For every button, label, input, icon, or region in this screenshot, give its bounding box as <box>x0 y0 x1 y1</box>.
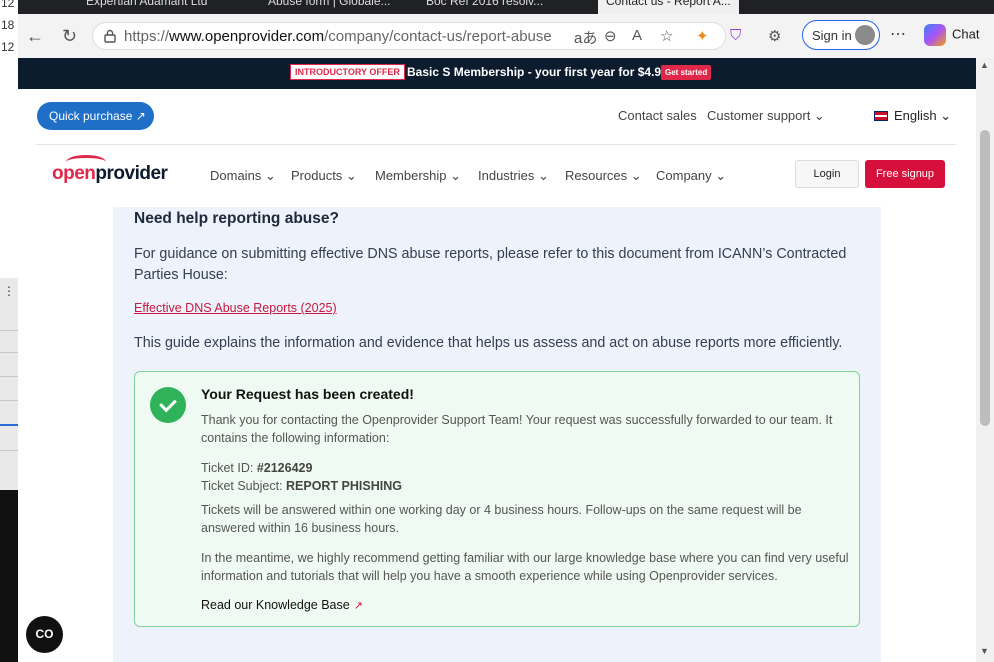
section-heading: Need help reporting abuse? <box>134 210 339 227</box>
nav-industries[interactable]: Industries ⌄ <box>478 168 549 184</box>
quick-purchase-button[interactable]: Quick purchase ↗ <box>37 102 154 130</box>
lock-icon <box>104 29 116 43</box>
sign-in-button[interactable]: Sign in <box>802 20 880 50</box>
ticket-id-row: Ticket ID: #2126429 <box>201 459 851 477</box>
meantime-text: In the meantime, we highly recommend get… <box>201 551 849 583</box>
guide-text: This guide explains the information and … <box>134 335 843 351</box>
translate-icon[interactable]: aあ <box>574 27 597 48</box>
desktop-number: 12 <box>1 0 15 10</box>
desktop-number: 12 <box>1 40 15 54</box>
nav-resources[interactable]: Resources ⌄ <box>565 168 642 184</box>
response-time-text: Tickets will be answered within one work… <box>201 503 802 535</box>
ticket-subject-label: Ticket Subject: <box>201 479 283 493</box>
guidance-text: For guidance on submitting effective DNS… <box>134 246 847 283</box>
alert-thanks-text: Thank you for contacting the Openprovide… <box>201 413 833 445</box>
more-menu-icon[interactable]: ⋯ <box>890 24 906 44</box>
main-nav: openprovider Domains ⌄ Products ⌄ Member… <box>36 144 956 207</box>
avatar <box>855 25 875 45</box>
cookie-settings-button[interactable]: CO <box>26 616 63 653</box>
url-path: /company/contact-us/report-abuse <box>324 28 552 45</box>
desktop-number: 18 <box>1 18 15 32</box>
promo-message: Basic S Membership - your first year for… <box>407 65 668 79</box>
knowledge-base-link[interactable]: Read our Knowledge Base ↗ <box>201 598 363 612</box>
contact-sales-link[interactable]: Contact sales <box>618 108 697 123</box>
url-host: www.openprovider.com <box>169 28 325 45</box>
promo-cta-button[interactable]: Get started <box>661 65 712 80</box>
nav-products[interactable]: Products ⌄ <box>291 168 357 184</box>
divider <box>0 352 18 353</box>
knowledge-base-label: Read our Knowledge Base <box>201 598 350 612</box>
more-icon: ⋮ <box>3 284 15 298</box>
alert-title: Your Request has been created! <box>201 386 414 402</box>
logo-provider: provider <box>95 163 168 184</box>
copilot-chat-button[interactable]: Chat <box>924 24 979 46</box>
divider <box>0 400 18 401</box>
divider <box>0 450 18 451</box>
success-alert: Your Request has been created! Thank you… <box>134 371 860 627</box>
divider <box>0 330 18 331</box>
selection-line <box>0 424 18 426</box>
ticket-subject-row: Ticket Subject: REPORT PHISHING <box>201 477 851 495</box>
url-text[interactable]: https://www.openprovider.com/company/con… <box>124 28 552 45</box>
scroll-up-icon[interactable]: ▲ <box>980 60 989 70</box>
free-signup-button[interactable]: Free signup <box>865 160 945 188</box>
extensions-puzzle-icon[interactable]: ⚙ <box>768 27 781 45</box>
desktop-panel <box>0 278 18 490</box>
language-selector[interactable]: English ⌄ <box>874 108 951 124</box>
browser-toolbar: ← ↻ https://www.openprovider.com/company… <box>18 14 994 58</box>
promo-badge: INTRODUCTORY OFFER <box>290 64 405 80</box>
refresh-icon[interactable]: ↻ <box>62 26 77 47</box>
chat-label: Chat <box>952 26 980 42</box>
dns-abuse-reports-link[interactable]: Effective DNS Abuse Reports (2025) <box>134 301 337 315</box>
scrollbar-thumb[interactable] <box>980 130 990 426</box>
favorite-star-icon[interactable]: ☆ <box>660 27 673 45</box>
promo-banner: INTRODUCTORY OFFER Basic S Membership - … <box>18 58 976 89</box>
uk-flag-icon <box>874 111 888 121</box>
nav-membership[interactable]: Membership ⌄ <box>375 168 461 184</box>
ticket-id-value: #2126429 <box>256 461 313 475</box>
abuse-report-panel: Need help reporting abuse? For guidance … <box>113 207 881 662</box>
page-scrollbar[interactable]: ▲ ▼ <box>976 58 994 662</box>
extension-icon[interactable]: ✦ <box>696 27 709 45</box>
ticket-id-label: Ticket ID: <box>201 461 254 475</box>
background-desktop: 12 18 12 ⋮ <box>0 0 25 662</box>
divider <box>0 376 18 377</box>
browser-tab[interactable]: Expertian Adamant Ltd <box>86 0 207 14</box>
back-icon[interactable]: ← <box>26 26 44 47</box>
language-label: English ⌄ <box>894 108 952 123</box>
scroll-down-icon[interactable]: ▼ <box>980 646 989 656</box>
top-bar: Quick purchase ↗ Contact sales Customer … <box>18 89 976 143</box>
openprovider-logo[interactable]: openprovider <box>52 155 168 185</box>
nav-domains[interactable]: Domains ⌄ <box>210 168 276 184</box>
browser-tab[interactable]: Boc Ref 2016 resolv... <box>426 0 543 14</box>
browser-tab[interactable]: Abuse form | Globale... <box>268 0 391 14</box>
read-aloud-icon[interactable]: A <box>632 27 642 44</box>
external-link-icon: ↗ <box>353 600 363 612</box>
shield-extension-icon[interactable]: ⛉ <box>730 27 741 44</box>
sign-in-label: Sign in <box>812 28 852 43</box>
address-bar[interactable]: https://www.openprovider.com/company/con… <box>92 22 726 50</box>
login-button[interactable]: Login <box>795 160 859 188</box>
ticket-subject-value: REPORT PHISHING <box>286 479 402 493</box>
check-circle-icon <box>150 387 186 423</box>
tab-strip: Expertian Adamant Ltd Abuse form | Globa… <box>18 0 994 14</box>
nav-company[interactable]: Company ⌄ <box>656 168 726 184</box>
web-page: INTRODUCTORY OFFER Basic S Membership - … <box>18 58 976 662</box>
url-prefix: https:// <box>124 28 170 45</box>
customer-support-menu[interactable]: Customer support ⌄ <box>707 108 825 124</box>
zoom-icon[interactable]: ⊖ <box>604 27 617 45</box>
browser-tab-active[interactable]: Contact us - Report A... <box>598 0 739 14</box>
copilot-icon <box>924 24 946 46</box>
logo-arc <box>66 155 106 169</box>
